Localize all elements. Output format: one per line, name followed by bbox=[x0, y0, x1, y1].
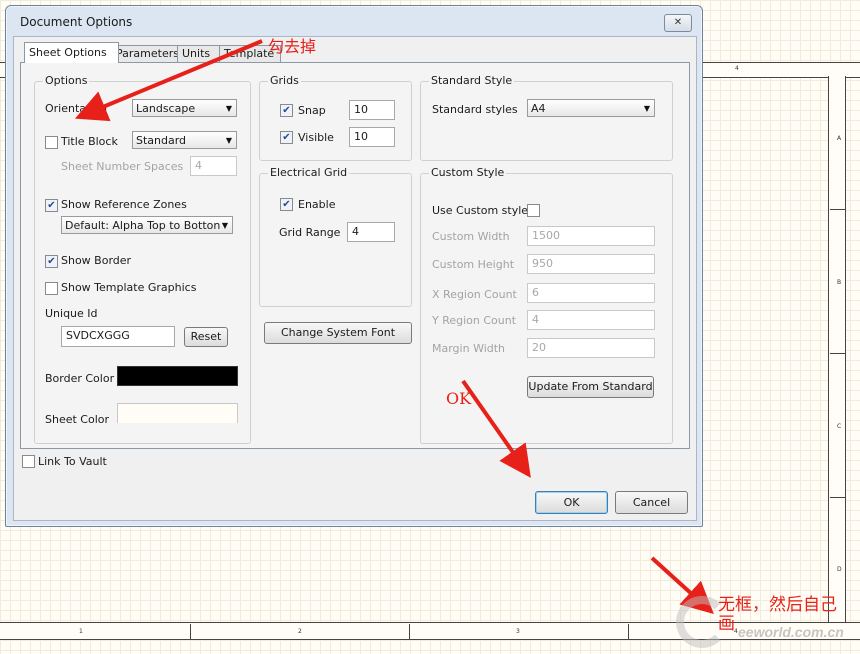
orientation-select[interactable]: Landscape ▼ bbox=[132, 99, 237, 117]
zone-label-3: 3 bbox=[516, 628, 520, 635]
show-template-graphics-label: Show Template Graphics bbox=[61, 281, 197, 294]
unique-id-label: Unique Id bbox=[45, 307, 98, 320]
zone-label-b: B bbox=[837, 279, 842, 286]
grids-group: Grids ✔ Snap 10 ✔ Visible 10 bbox=[259, 74, 412, 161]
standard-styles-label: Standard styles bbox=[432, 103, 518, 116]
grid-range-input[interactable]: 4 bbox=[347, 222, 395, 242]
dialog-client: Sheet Options Parameters Units Template … bbox=[13, 36, 697, 521]
custom-height-input[interactable]: 950 bbox=[527, 254, 655, 274]
reset-button[interactable]: Reset bbox=[184, 327, 228, 347]
border-color-swatch[interactable] bbox=[117, 366, 238, 386]
show-border-checkbox[interactable]: ✔ bbox=[45, 255, 58, 268]
zone-divider bbox=[830, 497, 846, 498]
standard-styles-value: A4 bbox=[531, 102, 546, 115]
title-block-label: Title Block bbox=[61, 135, 118, 148]
enable-label: Enable bbox=[298, 198, 336, 211]
y-region-count-label: Y Region Count bbox=[432, 314, 517, 327]
margin-width-input[interactable]: 20 bbox=[527, 338, 655, 358]
title-block-select[interactable]: Standard ▼ bbox=[132, 131, 237, 149]
zone-divider bbox=[409, 624, 410, 640]
tab-parameters[interactable]: Parameters bbox=[111, 45, 185, 62]
title-block-checkbox[interactable] bbox=[45, 136, 58, 149]
visible-checkbox[interactable]: ✔ bbox=[280, 131, 293, 144]
show-reference-zones-checkbox[interactable]: ✔ bbox=[45, 199, 58, 212]
unique-id-input[interactable]: SVDCXGGG bbox=[61, 326, 175, 347]
options-group: Options Orientation Landscape ▼ Title Bl… bbox=[34, 74, 251, 444]
custom-width-label: Custom Width bbox=[432, 230, 510, 243]
visible-input[interactable]: 10 bbox=[349, 127, 395, 147]
zone-label-top: 4 bbox=[735, 65, 739, 72]
show-template-graphics-checkbox[interactable] bbox=[45, 282, 58, 295]
zone-label-1: 1 bbox=[79, 628, 83, 635]
electrical-grid-group: Electrical Grid ✔ Enable Grid Range 4 bbox=[259, 166, 412, 307]
x-region-count-input[interactable]: 6 bbox=[527, 283, 655, 303]
reference-zone-style-value: Default: Alpha Top to Botton bbox=[65, 219, 221, 232]
sheet-right-border bbox=[828, 76, 846, 622]
close-icon: ✕ bbox=[673, 17, 683, 28]
snap-label: Snap bbox=[298, 104, 326, 117]
close-button[interactable]: ✕ bbox=[664, 14, 692, 32]
show-border-label: Show Border bbox=[61, 254, 132, 267]
sheet-color-label: Sheet Color bbox=[45, 413, 110, 426]
grid-range-label: Grid Range bbox=[279, 226, 341, 239]
electrical-grid-group-title: Electrical Grid bbox=[268, 166, 350, 179]
title-block-value: Standard bbox=[136, 134, 187, 147]
orientation-value: Landscape bbox=[136, 102, 196, 115]
zone-divider bbox=[190, 624, 191, 640]
custom-height-label: Custom Height bbox=[432, 258, 515, 271]
use-custom-style-label: Use Custom style bbox=[432, 204, 529, 217]
change-system-font-button[interactable]: Change System Font bbox=[264, 322, 412, 344]
y-region-count-input[interactable]: 4 bbox=[527, 310, 655, 330]
tab-sheet-options[interactable]: Sheet Options bbox=[24, 42, 119, 63]
custom-width-input[interactable]: 1500 bbox=[527, 226, 655, 246]
tab-units[interactable]: Units bbox=[177, 45, 223, 62]
ok-button[interactable]: OK bbox=[535, 491, 608, 514]
x-region-count-label: X Region Count bbox=[432, 288, 517, 301]
snap-checkbox[interactable]: ✔ bbox=[280, 104, 293, 117]
use-custom-style-checkbox[interactable] bbox=[527, 204, 540, 217]
standard-style-group: Standard Style Standard styles A4 ▼ bbox=[420, 74, 673, 161]
dialog-title: Document Options bbox=[20, 15, 133, 29]
update-from-standard-button[interactable]: Update From Standard bbox=[527, 376, 654, 398]
border-color-label: Border Color bbox=[45, 372, 115, 385]
chevron-down-icon: ▼ bbox=[225, 104, 232, 113]
standard-styles-select[interactable]: A4 ▼ bbox=[527, 99, 655, 117]
link-to-vault-label: Link To Vault bbox=[38, 455, 107, 468]
grids-group-title: Grids bbox=[268, 74, 301, 87]
zone-label-c: C bbox=[837, 423, 842, 430]
options-group-title: Options bbox=[43, 74, 90, 87]
ok-annotation: OK bbox=[446, 389, 472, 408]
reference-zone-style-select[interactable]: Default: Alpha Top to Botton ▼ bbox=[61, 216, 233, 234]
snap-input[interactable]: 10 bbox=[349, 100, 395, 120]
chevron-down-icon: ▼ bbox=[225, 136, 232, 145]
sheet-number-spaces-input[interactable]: 4 bbox=[190, 156, 237, 176]
zone-divider bbox=[830, 209, 846, 210]
cancel-button[interactable]: Cancel bbox=[615, 491, 688, 514]
chevron-down-icon: ▼ bbox=[221, 221, 228, 230]
custom-style-group-title: Custom Style bbox=[429, 166, 507, 179]
document-options-dialog: Document Options ✕ Sheet Options Paramet… bbox=[5, 5, 703, 527]
zone-label-2: 2 bbox=[298, 628, 302, 635]
watermark-icon bbox=[676, 596, 728, 648]
standard-style-group-title: Standard Style bbox=[429, 74, 515, 87]
orientation-label: Orientation bbox=[45, 102, 108, 115]
watermark-logo: eeworld.com.cn bbox=[666, 578, 856, 648]
zone-divider bbox=[830, 353, 846, 354]
watermark-text: eeworld.com.cn bbox=[738, 624, 844, 640]
uncheck-annotation: 勾去掉 bbox=[268, 37, 317, 56]
dialog-titlebar[interactable]: Document Options ✕ bbox=[6, 6, 702, 36]
chevron-down-icon: ▼ bbox=[643, 104, 650, 113]
zone-label-a: A bbox=[837, 135, 842, 142]
sheet-options-panel: Options Orientation Landscape ▼ Title Bl… bbox=[20, 62, 690, 449]
link-to-vault-checkbox[interactable] bbox=[22, 455, 35, 468]
margin-width-label: Margin Width bbox=[432, 342, 506, 355]
zone-label-d: D bbox=[837, 566, 842, 573]
sheet-color-swatch[interactable] bbox=[117, 403, 238, 423]
show-reference-zones-label: Show Reference Zones bbox=[61, 198, 187, 211]
sheet-number-spaces-label: Sheet Number Spaces bbox=[61, 160, 184, 173]
enable-checkbox[interactable]: ✔ bbox=[280, 198, 293, 211]
zone-divider bbox=[628, 624, 629, 640]
visible-label: Visible bbox=[298, 131, 334, 144]
